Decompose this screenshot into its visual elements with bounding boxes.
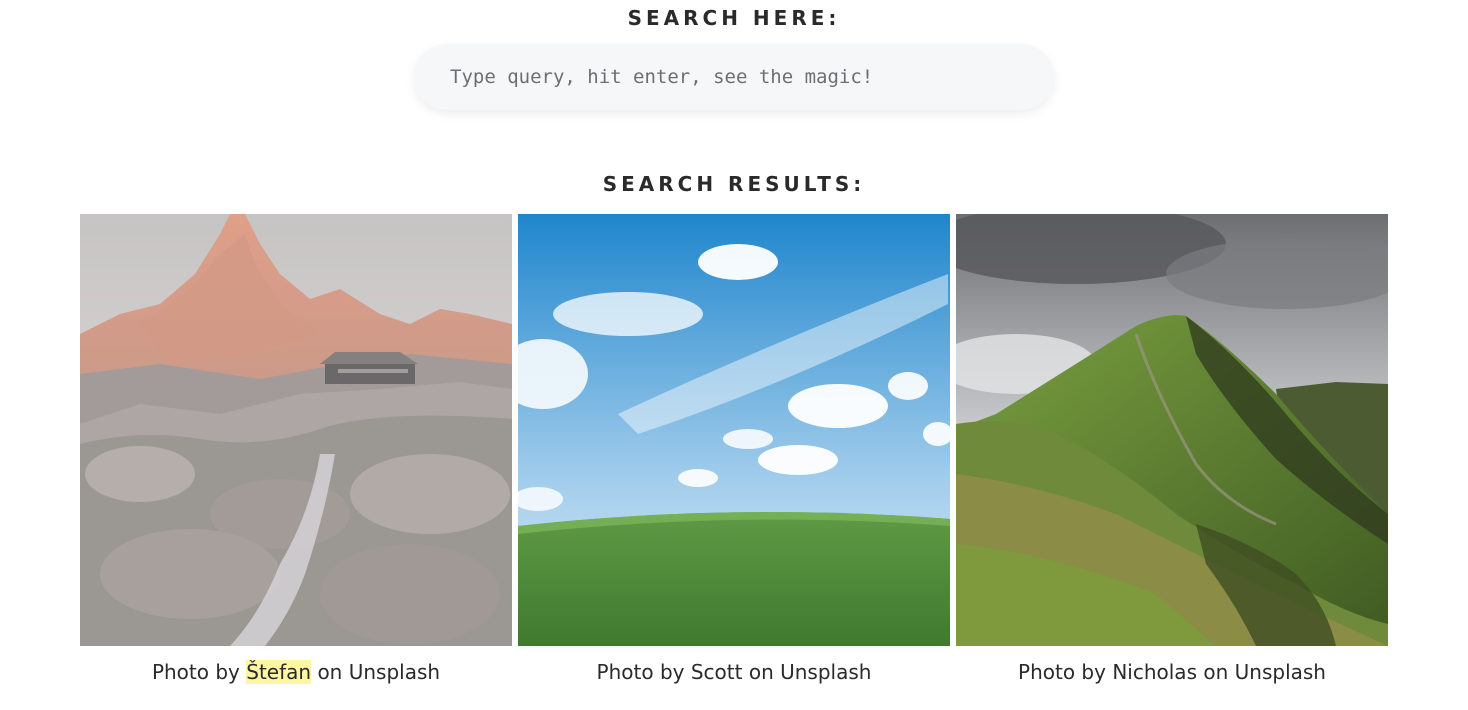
author-link[interactable]: Nicholas [1112, 660, 1197, 684]
caption-prefix: Photo by [1018, 660, 1106, 684]
search-bar[interactable] [414, 44, 1054, 110]
result-photo-sky-grass[interactable] [518, 214, 950, 646]
search-input[interactable] [448, 65, 1020, 89]
unsplash-link[interactable]: Unsplash [349, 660, 440, 684]
unsplash-link[interactable]: Unsplash [780, 660, 871, 684]
result-card: Photo by Scott on Unsplash [518, 214, 950, 684]
result-photo-green-hill[interactable] [956, 214, 1388, 646]
result-caption: Photo by Štefan on Unsplash [80, 660, 512, 684]
caption-middle: on [1203, 660, 1229, 684]
sky-grass-image [518, 214, 950, 646]
page: SEARCH HERE: SEARCH RESULTS: [0, 0, 1468, 710]
result-card: Photo by Nicholas on Unsplash [956, 214, 1388, 684]
author-link[interactable]: Štefan [246, 660, 312, 684]
caption-middle: on [748, 660, 774, 684]
mountain-hut-image [80, 214, 512, 646]
result-photo-mountain-hut[interactable] [80, 214, 512, 646]
caption-middle: on [317, 660, 343, 684]
result-caption: Photo by Scott on Unsplash [518, 660, 950, 684]
author-link[interactable]: Scott [691, 660, 743, 684]
result-card: Photo by Štefan on Unsplash [80, 214, 512, 684]
result-caption: Photo by Nicholas on Unsplash [956, 660, 1388, 684]
results-heading: SEARCH RESULTS: [602, 172, 866, 196]
results-grid: Photo by Štefan on Unsplash Photo by Sco… [80, 214, 1388, 684]
search-heading: SEARCH HERE: [627, 6, 841, 30]
unsplash-link[interactable]: Unsplash [1235, 660, 1326, 684]
green-hill-image [956, 214, 1388, 646]
caption-prefix: Photo by [151, 660, 240, 684]
caption-prefix: Photo by [596, 660, 685, 684]
